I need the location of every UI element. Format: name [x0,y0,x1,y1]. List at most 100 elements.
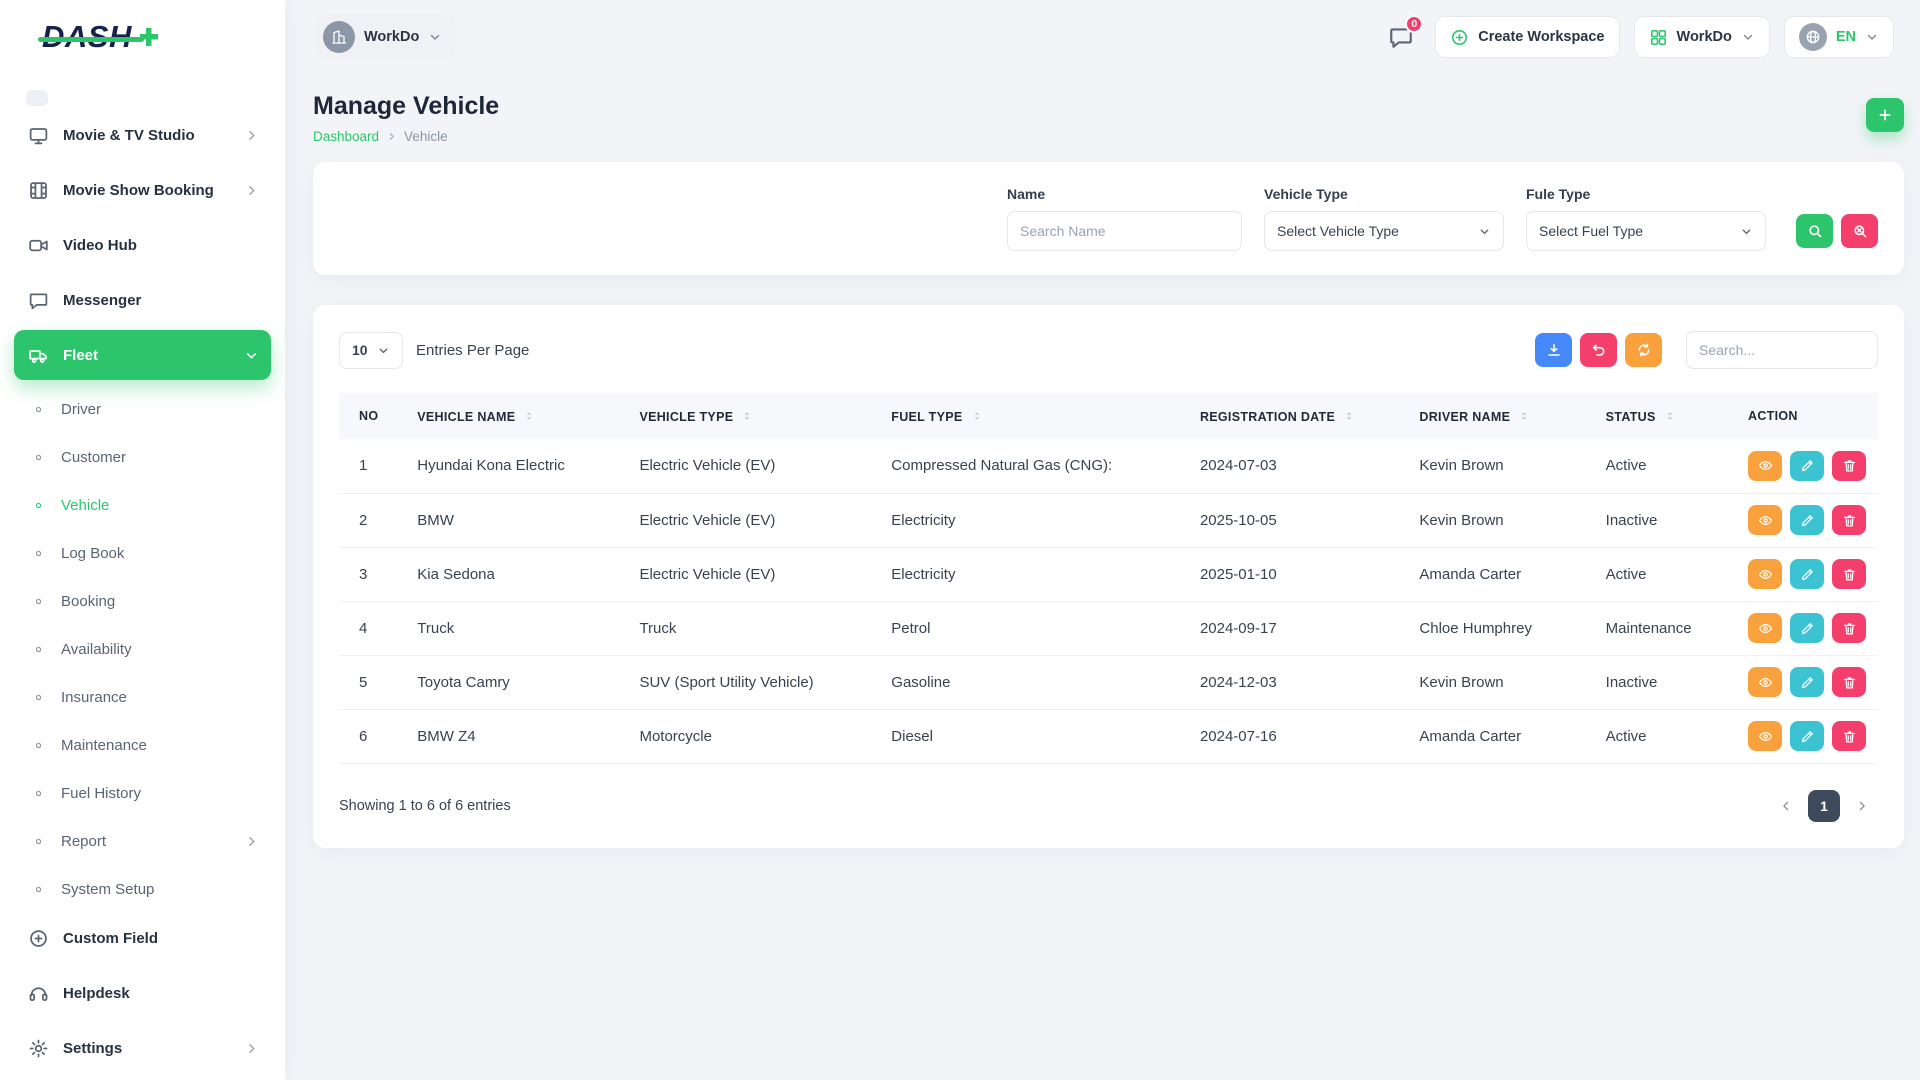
sidebar-item-maintenance[interactable]: Maintenance [14,721,271,769]
column-header-fuel-type[interactable]: FUEL TYPE [879,393,1188,439]
table-search-input[interactable] [1686,331,1878,369]
view-button[interactable] [1748,505,1782,535]
delete-button[interactable] [1832,451,1866,481]
eye-icon [1758,513,1773,528]
next-page-button[interactable] [1846,790,1878,822]
dot-icon [33,740,44,751]
sidebar-item-report[interactable]: Report [14,817,271,865]
cell-fuel-type: Petrol [879,601,1188,655]
chevron-down-icon [377,344,390,357]
delete-button[interactable] [1832,613,1866,643]
chevron-down-icon [1740,225,1753,238]
sidebar-item-booking[interactable]: Booking [14,577,271,625]
filter-fuel-type-group: Fule Type Select Fuel Type [1526,186,1766,251]
entries-per-page-select[interactable]: 10 [339,332,403,369]
filter-vehicle-type-select[interactable]: Select Vehicle Type [1264,211,1504,251]
table-row: 3 Kia Sedona Electric Vehicle (EV) Elect… [339,547,1878,601]
sidebar-item-video-hub[interactable]: Video Hub [14,220,271,270]
workspace-switcher[interactable]: WorkDo [315,14,456,60]
sidebar-item-log-book[interactable]: Log Book [14,529,271,577]
cell-status: Active [1594,547,1736,601]
filter-fuel-type-select[interactable]: Select Fuel Type [1526,211,1766,251]
sidebar-item-insurance[interactable]: Insurance [14,673,271,721]
edit-button[interactable] [1790,505,1824,535]
view-button[interactable] [1748,559,1782,589]
language-label: EN [1836,29,1856,45]
breadcrumb-dashboard-link[interactable]: Dashboard [313,129,379,144]
reload-button[interactable] [1625,333,1662,367]
page-1-button[interactable]: 1 [1808,790,1840,822]
sidebar-item-system-setup[interactable]: System Setup [14,865,271,913]
sidebar-item-vehicle[interactable]: Vehicle [14,481,271,529]
workdo-apps-button[interactable]: WorkDo [1634,16,1770,58]
sidebar-item-messenger[interactable]: Messenger [14,275,271,325]
sidebar-item-movie-tv-studio[interactable]: Movie & TV Studio [14,110,271,160]
create-workspace-button[interactable]: Create Workspace [1435,16,1619,58]
sidebar-item-availability[interactable]: Availability [14,625,271,673]
export-button[interactable] [1535,333,1572,367]
delete-button[interactable] [1832,667,1866,697]
filter-name-input[interactable] [1007,211,1242,251]
filter-search-button[interactable] [1796,214,1833,248]
column-header-vehicle-name[interactable]: VEHICLE NAME [405,393,627,439]
edit-button[interactable] [1790,451,1824,481]
cell-registration-date: 2024-07-16 [1188,709,1407,763]
sidebar-item-driver[interactable]: Driver [14,385,271,433]
add-vehicle-button[interactable] [1866,98,1904,132]
sidebar-item-fleet[interactable]: Fleet [14,330,271,380]
filter-reset-button[interactable] [1841,214,1878,248]
monitor-icon [28,125,49,146]
cell-vehicle-name: BMW [405,493,627,547]
sidebar-item-settings[interactable]: Settings [14,1023,271,1073]
filter-fuel-type-label: Fule Type [1526,186,1766,202]
messages-button[interactable]: 0 [1381,17,1421,57]
sidebar-item-movie-show-booking[interactable]: Movie Show Booking [14,165,271,215]
sidebar-item-helpdesk[interactable]: Helpdesk [14,968,271,1018]
cell-vehicle-name: Kia Sedona [405,547,627,601]
sidebar-item-fuel-history[interactable]: Fuel History [14,769,271,817]
delete-button[interactable] [1832,505,1866,535]
sidebar-item-customer[interactable]: Customer [14,433,271,481]
column-header-vehicle-type[interactable]: VEHICLE TYPE [627,393,879,439]
cell-no: 4 [339,601,405,655]
sidebar-item-custom-field[interactable]: Custom Field [14,913,271,963]
cell-driver-name: Kevin Brown [1407,493,1593,547]
item-label: Driver [61,401,259,418]
pencil-icon [1800,675,1815,690]
table-row: 6 BMW Z4 Motorcycle Diesel 2024-07-16 Am… [339,709,1878,763]
table-row: 2 BMW Electric Vehicle (EV) Electricity … [339,493,1878,547]
view-button[interactable] [1748,613,1782,643]
item-label: Video Hub [63,237,259,254]
refresh-icon [1636,342,1652,358]
undo-icon [1591,342,1607,358]
vehicle-table-card: 10 Entries Per Page NOVEHICLE NAMEVEHICL… [313,305,1904,848]
building-icon [331,29,347,45]
delete-button[interactable] [1832,721,1866,751]
search-off-icon [1852,223,1868,239]
trash-icon [1842,458,1857,473]
edit-button[interactable] [1790,667,1824,697]
language-selector[interactable]: EN [1784,16,1894,58]
edit-button[interactable] [1790,721,1824,751]
workspace-name: WorkDo [364,29,419,45]
eye-icon [1758,458,1773,473]
sidebar-menu: Movie & TV Studio Movie Show Booking Vid… [0,74,285,1080]
edit-button[interactable] [1790,613,1824,643]
item-label: Report [61,833,244,850]
edit-button[interactable] [1790,559,1824,589]
view-button[interactable] [1748,451,1782,481]
delete-button[interactable] [1832,559,1866,589]
dot-icon [33,644,44,655]
column-header-driver-name[interactable]: DRIVER NAME [1407,393,1593,439]
column-header-action: ACTION [1736,393,1878,439]
view-button[interactable] [1748,721,1782,751]
app-logo[interactable]: DASH [0,0,285,74]
clipped-item-icon [26,90,48,106]
previous-page-button[interactable] [1770,790,1802,822]
view-button[interactable] [1748,667,1782,697]
column-header-status[interactable]: STATUS [1594,393,1736,439]
gear-icon [28,1038,49,1059]
undo-button[interactable] [1580,333,1617,367]
column-header-registration-date[interactable]: REGISTRATION DATE [1188,393,1407,439]
selected-value: Select Vehicle Type [1277,223,1399,239]
